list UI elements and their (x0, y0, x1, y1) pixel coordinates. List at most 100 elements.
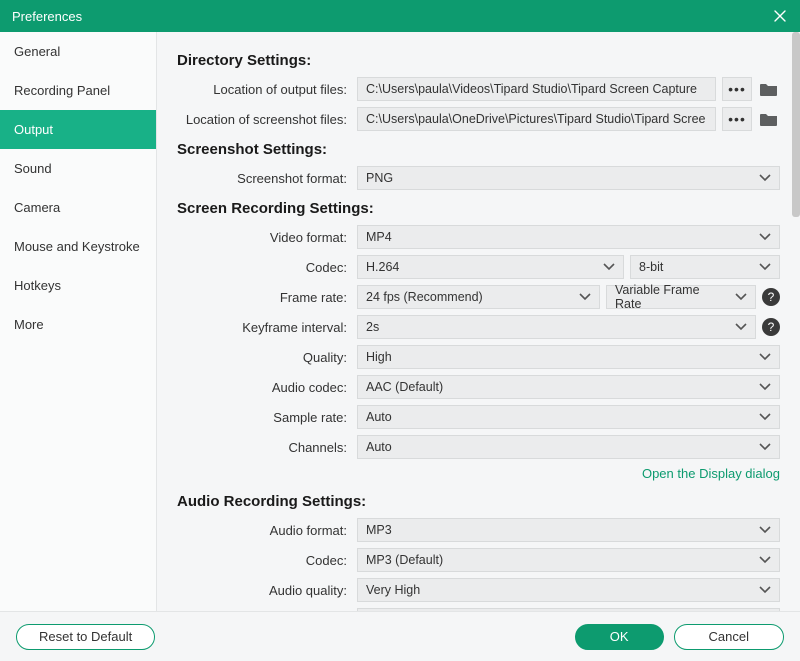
sidebar: General Recording Panel Output Sound Cam… (0, 32, 157, 611)
select-value: Auto (366, 440, 392, 454)
chevron-down-icon (735, 293, 747, 301)
select-value: Very High (366, 583, 420, 597)
sidebar-item-label: Camera (14, 200, 60, 215)
ellipsis-icon: ••• (728, 81, 746, 97)
chevron-down-icon (759, 586, 771, 594)
section-title-audio-recording: Audio Recording Settings: (177, 493, 780, 510)
section-title-directory: Directory Settings: (177, 52, 780, 69)
label-channels: Channels: (177, 440, 357, 455)
open-display-dialog-link[interactable]: Open the Display dialog (642, 466, 780, 481)
quality-select[interactable]: High (357, 345, 780, 369)
video-format-select[interactable]: MP4 (357, 225, 780, 249)
audio-codec2-select[interactable]: MP3 (Default) (357, 548, 780, 572)
content-scroll: Directory Settings: Location of output f… (157, 32, 800, 611)
sidebar-item-label: Mouse and Keystroke (14, 239, 140, 254)
output-path-field[interactable]: C:\Users\paula\Videos\Tipard Studio\Tipa… (357, 77, 716, 101)
select-value: High (366, 350, 392, 364)
row-quality: Quality: High (177, 345, 780, 369)
framerate-mode-select[interactable]: Variable Frame Rate (606, 285, 756, 309)
codec-select[interactable]: H.264 (357, 255, 624, 279)
chevron-down-icon (759, 263, 771, 271)
browse-screenshot-button[interactable]: ••• (722, 107, 752, 131)
audio-format-select[interactable]: MP3 (357, 518, 780, 542)
row-screenshot-location: Location of screenshot files: C:\Users\p… (177, 107, 780, 131)
preferences-window: Preferences General Recording Panel Outp… (0, 0, 800, 661)
open-screenshot-folder-icon[interactable] (758, 108, 780, 130)
titlebar: Preferences (0, 0, 800, 32)
sidebar-item-label: More (14, 317, 44, 332)
row-output-location: Location of output files: C:\Users\paula… (177, 77, 780, 101)
chevron-down-icon (759, 233, 771, 241)
open-output-folder-icon[interactable] (758, 78, 780, 100)
select-value: MP4 (366, 230, 392, 244)
row-audio-sample-rate: Sample rate: Auto (177, 608, 780, 611)
framerate-select[interactable]: 24 fps (Recommend) (357, 285, 600, 309)
row-audio-codec2: Codec: MP3 (Default) (177, 548, 780, 572)
browse-output-button[interactable]: ••• (722, 77, 752, 101)
sidebar-item-label: Recording Panel (14, 83, 110, 98)
screenshot-path-field[interactable]: C:\Users\paula\OneDrive\Pictures\Tipard … (357, 107, 716, 131)
sidebar-item-sound[interactable]: Sound (0, 149, 156, 188)
reset-to-default-button[interactable]: Reset to Default (16, 624, 155, 650)
label-frame-rate: Frame rate: (177, 290, 357, 305)
select-value: 8-bit (639, 260, 663, 274)
row-audio-codec: Audio codec: AAC (Default) (177, 375, 780, 399)
sidebar-item-general[interactable]: General (0, 32, 156, 71)
sidebar-item-label: Sound (14, 161, 52, 176)
sidebar-item-label: General (14, 44, 60, 59)
select-value: 2s (366, 320, 379, 334)
label-screenshot-format: Screenshot format: (177, 171, 357, 186)
label-audio-quality: Audio quality: (177, 583, 357, 598)
label-video-format: Video format: (177, 230, 357, 245)
select-value: PNG (366, 171, 393, 185)
label-quality: Quality: (177, 350, 357, 365)
label-output-location: Location of output files: (177, 82, 357, 97)
select-value: MP3 (366, 523, 392, 537)
select-value: H.264 (366, 260, 399, 274)
row-audio-format: Audio format: MP3 (177, 518, 780, 542)
chevron-down-icon (759, 556, 771, 564)
close-icon[interactable] (770, 6, 790, 26)
sidebar-item-hotkeys[interactable]: Hotkeys (0, 266, 156, 305)
cancel-button[interactable]: Cancel (674, 624, 784, 650)
chevron-down-icon (603, 263, 615, 271)
row-channels: Channels: Auto (177, 435, 780, 459)
chevron-down-icon (759, 174, 771, 182)
keyframe-interval-select[interactable]: 2s (357, 315, 756, 339)
select-value: MP3 (Default) (366, 553, 443, 567)
select-value: 24 fps (Recommend) (366, 290, 483, 304)
bitdepth-select[interactable]: 8-bit (630, 255, 780, 279)
chevron-down-icon (759, 413, 771, 421)
keyframe-help-icon[interactable]: ? (762, 318, 780, 336)
channels-select[interactable]: Auto (357, 435, 780, 459)
section-title-screen-recording: Screen Recording Settings: (177, 200, 780, 217)
window-title: Preferences (12, 9, 770, 24)
sidebar-item-more[interactable]: More (0, 305, 156, 344)
chevron-down-icon (759, 383, 771, 391)
ok-button[interactable]: OK (575, 624, 664, 650)
footer: Reset to Default OK Cancel (0, 611, 800, 661)
chevron-down-icon (759, 353, 771, 361)
button-label: OK (610, 629, 629, 644)
display-dialog-link-row: Open the Display dialog (177, 465, 780, 483)
framerate-help-icon[interactable]: ? (762, 288, 780, 306)
audio-quality-select[interactable]: Very High (357, 578, 780, 602)
label-sample-rate: Sample rate: (177, 410, 357, 425)
sidebar-item-camera[interactable]: Camera (0, 188, 156, 227)
select-value: Auto (366, 410, 392, 424)
audio-sample-rate-select[interactable]: Auto (357, 608, 780, 611)
section-title-screenshot: Screenshot Settings: (177, 141, 780, 158)
sidebar-item-mouse-keystroke[interactable]: Mouse and Keystroke (0, 227, 156, 266)
sidebar-item-recording-panel[interactable]: Recording Panel (0, 71, 156, 110)
row-audio-quality: Audio quality: Very High (177, 578, 780, 602)
row-video-format: Video format: MP4 (177, 225, 780, 249)
sidebar-item-output[interactable]: Output (0, 110, 156, 149)
label-codec: Codec: (177, 260, 357, 275)
sample-rate-select[interactable]: Auto (357, 405, 780, 429)
select-value: AAC (Default) (366, 380, 443, 394)
row-frame-rate: Frame rate: 24 fps (Recommend) Variable … (177, 285, 780, 309)
row-keyframe-interval: Keyframe interval: 2s ? (177, 315, 780, 339)
audio-codec-select[interactable]: AAC (Default) (357, 375, 780, 399)
row-sample-rate: Sample rate: Auto (177, 405, 780, 429)
screenshot-format-select[interactable]: PNG (357, 166, 780, 190)
